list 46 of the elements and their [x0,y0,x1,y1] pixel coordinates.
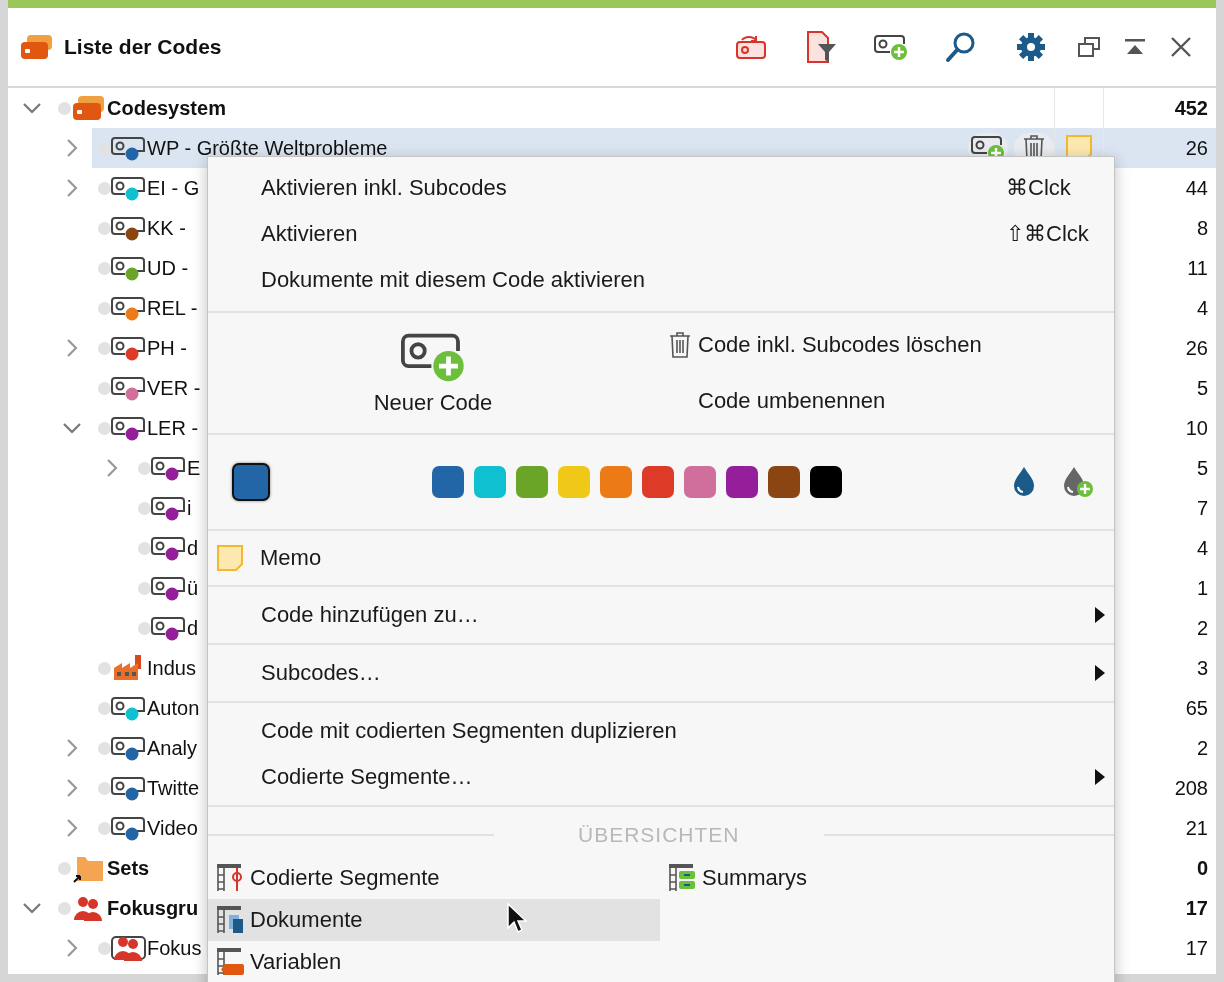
count: 26 [1104,128,1216,168]
tree-item-label: Indus [147,656,196,680]
count: 2 [1195,735,1209,761]
count: 11 [1186,255,1209,281]
count: 4 [1195,295,1209,321]
count: 452 [1173,95,1209,121]
tree-item-label: WP - Größte Weltprobleme [147,136,388,160]
tree-item-label: Twitte [147,776,200,800]
tree-item-label: Codesystem [107,96,226,120]
count: 7 [1195,495,1209,521]
tree-item-label: i [187,496,192,520]
tree-item-label: REL - [147,296,198,320]
tree-item-label: PH - [147,336,187,360]
tree-item-label: Analy [147,736,198,760]
tree-item-label: Sets [107,856,150,880]
count: 4 [1195,535,1209,561]
tree-item-label: Fokus [147,936,202,960]
count: 8 [1195,215,1209,241]
count: 3 [1195,655,1209,681]
section-heading: ÜBERSICHTEN [577,823,741,847]
tree-item-label: EI - G [147,176,200,200]
count: 2 [1195,615,1209,641]
count: 208 [1173,775,1209,801]
count: 17 [1184,935,1209,961]
count: 21 [1184,815,1209,841]
count: 44 [1184,175,1209,201]
tree-item-label: LER - [147,416,199,440]
tree-item-label: ü [187,576,199,600]
tree-item-label: UD - [147,256,189,280]
count: 5 [1195,375,1209,401]
count: 5 [1195,455,1209,481]
count: 26 [1184,335,1209,361]
count: 0 [1195,855,1209,881]
tree-item-label: d [187,536,199,560]
tree-item-label: Auton [147,696,200,720]
panel-title: Liste der Codes [64,35,223,59]
tree-item-label: Fokusgru [107,896,199,920]
tree-item-label: E [187,456,201,480]
tree-item-label: KK - [147,216,186,240]
count: 1 [1195,575,1209,601]
tree-item-label: VER - [147,376,201,400]
count: 10 [1184,415,1209,441]
count: 65 [1184,695,1209,721]
count: 17 [1184,895,1209,921]
tree-item-label: Video [147,816,198,840]
tree-item-label: d [187,616,199,640]
